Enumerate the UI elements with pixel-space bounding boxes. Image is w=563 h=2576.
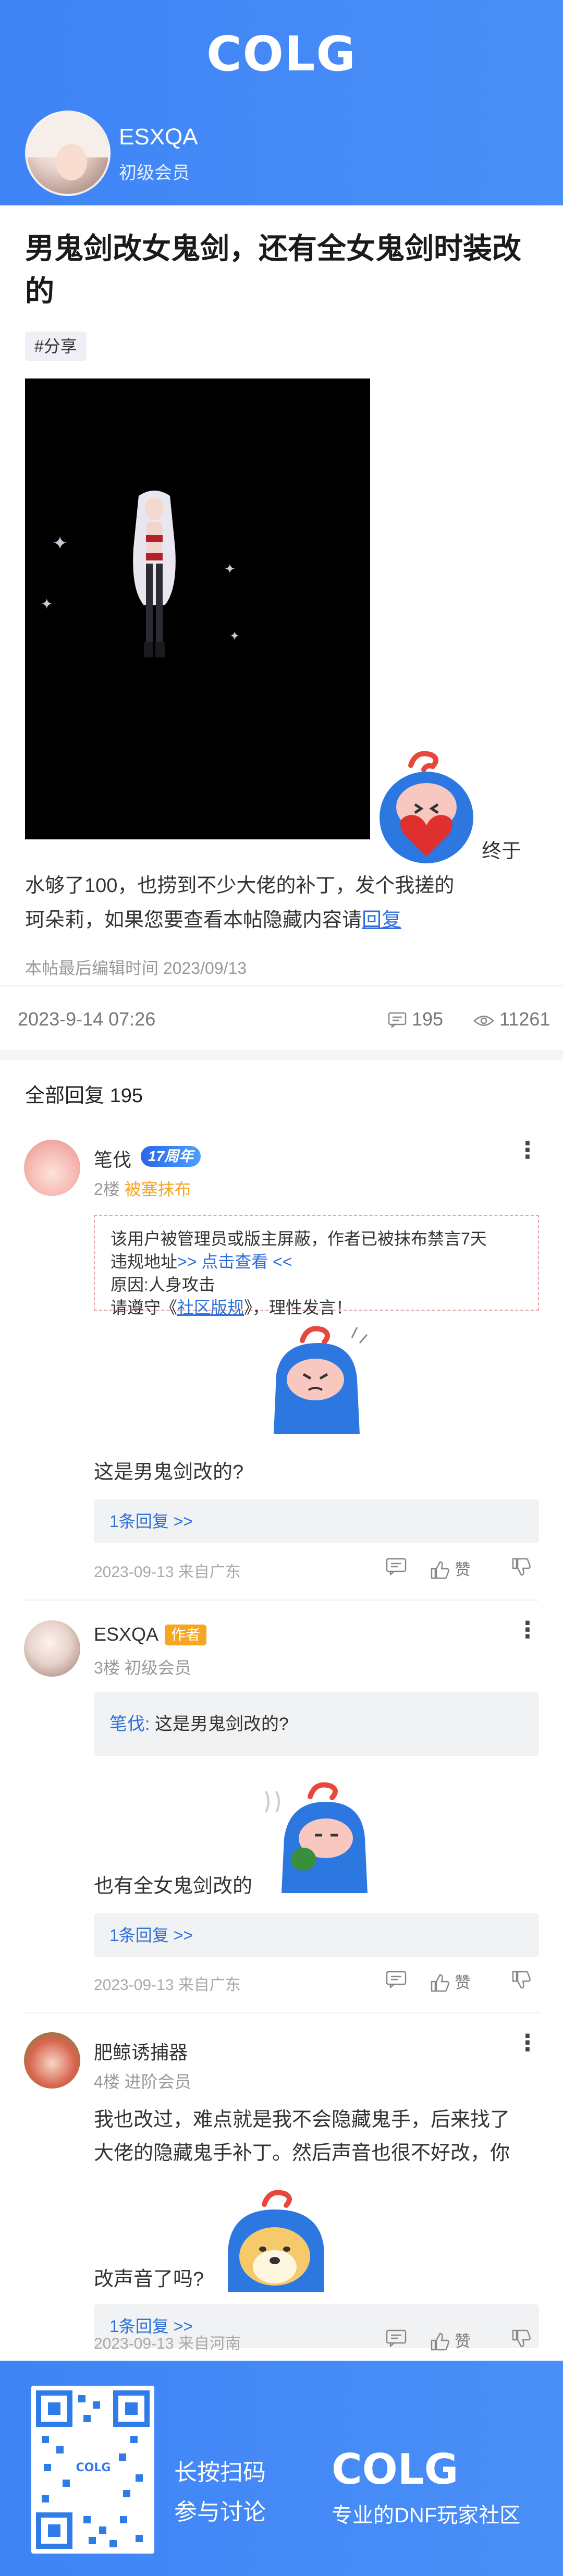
user-name[interactable]: 笔伐 <box>94 1145 131 1172</box>
floor-info: 4楼 进阶会员 <box>94 2072 191 2091</box>
reply-text: 我也改过，难点就是我不会隐藏鬼手，后来找了 <box>94 2109 510 2131</box>
qr-pattern-icon: COLG <box>36 2390 150 2549</box>
comment-icon <box>386 1558 407 1576</box>
reply-button[interactable] <box>386 1558 407 1580</box>
author-avatar[interactable] <box>25 111 111 196</box>
comment-icon <box>386 2329 407 2348</box>
floor-info: 2楼 被塞抹布 <box>94 1180 191 1199</box>
sparkle-icon: ✦ <box>229 629 240 643</box>
character-figure <box>133 491 176 657</box>
comment-icon <box>386 1971 407 1989</box>
author-name[interactable]: ESXQA <box>119 124 198 150</box>
thumbs-down-icon <box>512 1558 531 1576</box>
author-level: 初级会员 <box>119 163 190 183</box>
thumbs-down-icon <box>512 2329 531 2348</box>
footer-text-discuss: 参与讨论 <box>174 2499 266 2525</box>
thumbs-down-icon <box>512 1971 531 1989</box>
divider <box>0 985 563 986</box>
post-body-line: 水够了100，也捞到不少大佬的补丁，发个我搓的 <box>25 875 455 897</box>
emoji-sticker-angry <box>274 1326 368 1434</box>
qr-logo-text: COLG <box>76 2461 111 2474</box>
comment-icon <box>388 1012 407 1029</box>
reply-text: 大佬的隐藏鬼手补丁。然后声音也很不好改，你 <box>94 2142 510 2164</box>
user-avatar[interactable] <box>24 2032 80 2089</box>
reply-date: 2023-09-13 来自广东 <box>94 1564 241 1581</box>
divider <box>24 2012 539 2013</box>
post-body-line: 终于 <box>482 840 522 862</box>
comment-count[interactable]: 195 <box>388 1008 443 1030</box>
dislike-button[interactable] <box>511 1971 532 1994</box>
post-image[interactable]: ✦ ✦ ✦ ✦ <box>25 379 370 839</box>
like-button[interactable]: 赞 <box>430 2328 470 2351</box>
banned-notice: 该用户被管理员或版主屏蔽，作者已被抹布禁言7天 违规地址>> 点击查看 << 原… <box>94 1215 539 1317</box>
thumbs-up-icon <box>431 2333 449 2351</box>
post-body-line: 珂朵莉，如果您要查看本帖隐藏内容请回复 <box>25 909 402 931</box>
violation-link[interactable]: >> 点击查看 << <box>177 1252 292 1271</box>
more-options-icon[interactable]: ⋮ <box>516 1139 539 1162</box>
thumbs-up-icon <box>431 1561 449 1579</box>
user-name[interactable]: ESXQA <box>94 1623 158 1645</box>
quoted-reply[interactable]: 笔伐: 这是男鬼剑改的? <box>94 1692 539 1756</box>
dislike-button[interactable] <box>511 2329 532 2352</box>
anniversary-badge: 17周年 <box>141 1146 201 1167</box>
like-button[interactable]: 赞 <box>430 1970 470 1993</box>
community-rules-link[interactable]: 社区版规 <box>177 1298 244 1317</box>
dislike-button[interactable] <box>511 1558 532 1581</box>
footer-slogan: 专业的DNF玩家社区 <box>332 2504 521 2527</box>
like-button[interactable]: 赞 <box>430 1557 470 1580</box>
footer-text-scan: 长按扫码 <box>174 2460 266 2485</box>
eye-icon <box>473 1016 494 1026</box>
emoji-sticker-doge <box>228 2190 324 2292</box>
sparkle-icon: ✦ <box>224 561 236 577</box>
reply-button[interactable] <box>386 1971 407 1993</box>
colg-logo[interactable]: COLG <box>0 26 563 82</box>
user-avatar[interactable] <box>24 1140 80 1196</box>
emoji-sticker-drinking <box>265 1782 368 1893</box>
sparkle-icon: ✦ <box>41 596 53 612</box>
reply-date: 2023-09-13 来自广东 <box>94 1976 241 1994</box>
more-options-icon[interactable]: ⋮ <box>516 1619 539 1642</box>
post-title: 男鬼剑改女鬼剑，还有全女鬼剑时装改的 <box>25 232 521 308</box>
user-name[interactable]: 肥鲸诱捕器 <box>94 2037 188 2065</box>
footer-colg-logo: COLG <box>332 2445 459 2494</box>
post-date: 2023-9-14 07:26 <box>18 1008 156 1030</box>
user-avatar[interactable] <box>24 1620 80 1677</box>
qr-code[interactable]: COLG <box>31 2386 154 2554</box>
floor-info: 3楼 初级会员 <box>94 1658 191 1677</box>
replies-header: 全部回复 195 <box>25 1085 143 1107</box>
section-gap <box>0 1050 563 1060</box>
reply-text: 也有全女鬼剑改的 <box>94 1875 253 1897</box>
divider <box>24 1600 539 1601</box>
thumbs-up-icon <box>431 1974 449 1992</box>
reply-link[interactable]: 回复 <box>362 909 401 931</box>
sparkle-icon: ✦ <box>52 532 68 554</box>
sub-reply-link[interactable]: 1条回复 >> <box>94 1913 539 1957</box>
sub-reply-link[interactable]: 1条回复 >> <box>94 1499 539 1543</box>
edit-time: 本帖最后编辑时间 2023/09/13 <box>25 959 247 978</box>
view-count: 11261 <box>473 1008 550 1030</box>
reply-button[interactable] <box>386 2329 407 2351</box>
more-options-icon[interactable]: ⋮ <box>516 2032 539 2055</box>
reply-text: 改声音了吗? <box>94 2268 204 2290</box>
author-badge: 作者 <box>165 1625 207 1645</box>
reply-date: 2023-09-13 来自河南 <box>94 2335 241 2352</box>
reply-text: 这是男鬼剑改的? <box>94 1461 244 1483</box>
emoji-sticker-heart <box>380 751 473 863</box>
post-tag[interactable]: #分享 <box>25 332 87 361</box>
